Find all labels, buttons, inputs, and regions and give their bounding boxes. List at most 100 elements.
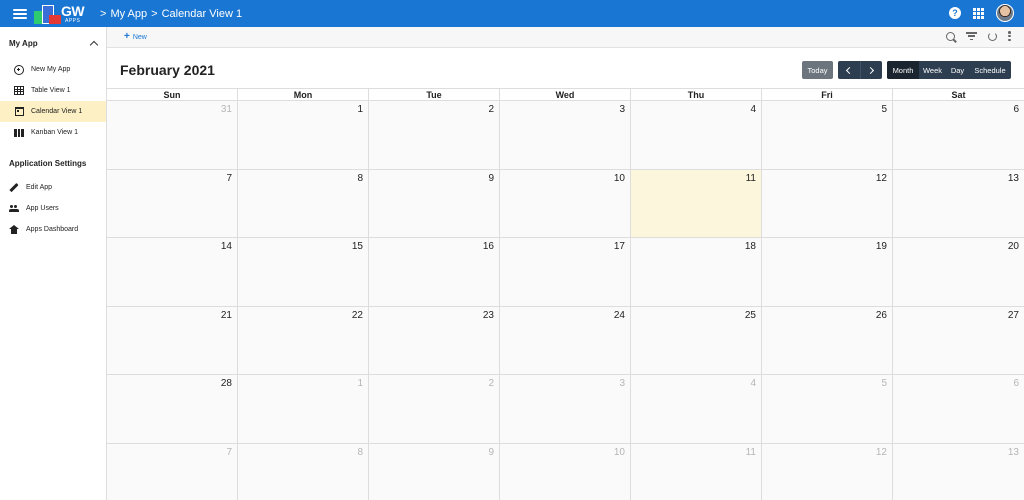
day-cell[interactable]: 9 — [369, 169, 500, 238]
sidebar-item-app-users[interactable]: App Users — [0, 198, 106, 219]
day-number: 25 — [744, 309, 756, 321]
sidebar-item-apps-dashboard[interactable]: Apps Dashboard — [0, 219, 106, 240]
day-cell[interactable]: 11 — [631, 443, 762, 500]
day-cell[interactable]: 4 — [631, 101, 762, 169]
weekday-label: Thu — [631, 89, 762, 100]
avatar[interactable] — [996, 4, 1014, 22]
day-cell[interactable]: 31 — [107, 101, 238, 169]
day-cell[interactable]: 19 — [762, 238, 893, 306]
day-cell[interactable]: 6 — [893, 101, 1024, 169]
previous-button[interactable] — [838, 61, 860, 79]
day-cell[interactable]: 10 — [500, 169, 631, 238]
day-cell[interactable]: 10 — [500, 443, 631, 500]
day-cell[interactable]: 9 — [369, 443, 500, 500]
new-button[interactable]: + New — [124, 32, 147, 42]
day-cell[interactable]: 2 — [369, 375, 500, 443]
more-options-icon[interactable] — [1008, 31, 1011, 41]
week-row: 21 22 23 24 25 26 27 — [107, 306, 1024, 376]
day-cell[interactable]: 14 — [107, 238, 238, 306]
day-cell[interactable]: 12 — [762, 169, 893, 238]
day-cell[interactable]: 4 — [631, 375, 762, 443]
today-button[interactable]: Today — [802, 61, 833, 79]
day-number: 1 — [357, 378, 363, 390]
view-day-button[interactable]: Day — [946, 61, 969, 79]
week-row: 7 8 9 10 11 12 13 — [107, 443, 1024, 500]
day-number: 14 — [220, 241, 232, 253]
chevron-up-icon — [89, 40, 99, 49]
day-cell[interactable]: 13 — [893, 169, 1024, 238]
day-number: 22 — [351, 309, 363, 321]
day-cell[interactable]: 26 — [762, 306, 893, 375]
day-number: 5 — [881, 104, 887, 115]
apps-grid-icon[interactable] — [973, 7, 984, 19]
day-cell[interactable]: 8 — [238, 169, 369, 238]
day-cell[interactable]: 3 — [500, 101, 631, 169]
next-button[interactable] — [859, 61, 883, 79]
filter-icon[interactable] — [966, 32, 977, 40]
day-cell[interactable]: 1 — [238, 101, 369, 169]
day-cell[interactable]: 5 — [762, 375, 893, 443]
day-number: 2 — [488, 378, 494, 390]
day-cell[interactable]: 23 — [369, 306, 500, 375]
day-cell[interactable]: 20 — [893, 238, 1024, 306]
breadcrumb-my-app[interactable]: My App — [110, 8, 147, 20]
sidebar-item-label: New My App — [31, 66, 71, 73]
day-number: 7 — [226, 446, 232, 458]
sidebar-item-edit-app[interactable]: Edit App — [0, 177, 106, 198]
day-cell[interactable]: 28 — [107, 375, 238, 443]
day-number: 5 — [881, 378, 887, 390]
day-cell[interactable]: 25 — [631, 306, 762, 375]
day-cell[interactable]: 3 — [500, 375, 631, 443]
refresh-icon[interactable] — [988, 31, 997, 41]
day-cell[interactable]: 16 — [369, 238, 500, 306]
sidebar-item-calendar-view[interactable]: Calendar View 1 — [0, 101, 106, 122]
calendar-title: February 2021 — [120, 62, 215, 78]
top-app-bar: GW APPS > My App > Calendar View 1 ? — [0, 0, 1024, 27]
sidebar-header-my-app[interactable]: My App — [0, 27, 106, 59]
view-switcher: Month Week Day Schedule — [887, 61, 1011, 79]
calendar-icon — [14, 107, 24, 117]
day-cell[interactable]: 24 — [500, 306, 631, 375]
day-number: 9 — [488, 172, 494, 184]
day-cell[interactable]: 8 — [238, 443, 369, 500]
view-week-button[interactable]: Week — [919, 61, 946, 79]
day-cell[interactable]: 27 — [893, 306, 1024, 375]
day-cell[interactable]: 2 — [369, 101, 500, 169]
sidebar-header-label: My App — [9, 38, 38, 48]
day-cell[interactable]: 7 — [107, 169, 238, 238]
day-number: 2 — [488, 104, 494, 115]
sidebar-item-label: Kanban View 1 — [31, 129, 78, 136]
view-month-button[interactable]: Month — [887, 61, 919, 79]
add-circle-icon — [14, 64, 24, 75]
view-schedule-button[interactable]: Schedule — [969, 61, 1011, 79]
sidebar-item-new-my-app[interactable]: New My App — [0, 59, 106, 80]
sidebar-item-table-view[interactable]: Table View 1 — [0, 80, 106, 101]
sidebar-item-label: Apps Dashboard — [26, 226, 79, 233]
day-cell[interactable]: 5 — [762, 101, 893, 169]
day-cell[interactable]: 6 — [893, 375, 1024, 443]
day-cell[interactable]: 21 — [107, 306, 238, 375]
help-icon[interactable]: ? — [949, 7, 961, 19]
day-number: 24 — [613, 309, 625, 321]
sidebar-item-label: Table View 1 — [31, 87, 71, 94]
sidebar: My App New My App Table View 1 Calendar … — [0, 27, 107, 500]
day-cell-today[interactable]: 11 — [631, 169, 762, 238]
day-cell[interactable]: 7 — [107, 443, 238, 500]
sidebar-item-kanban-view[interactable]: Kanban View 1 — [0, 122, 106, 143]
day-cell[interactable]: 18 — [631, 238, 762, 306]
day-cell[interactable]: 17 — [500, 238, 631, 306]
search-icon[interactable] — [946, 31, 955, 41]
week-row: 7 8 9 10 11 12 13 — [107, 169, 1024, 239]
day-cell[interactable]: 1 — [238, 375, 369, 443]
day-cell[interactable]: 12 — [762, 443, 893, 500]
day-number: 31 — [220, 104, 232, 115]
plus-icon: + — [124, 31, 130, 42]
gw-apps-logo[interactable]: GW APPS — [34, 3, 86, 25]
menu-icon[interactable] — [13, 8, 27, 19]
day-cell[interactable]: 13 — [893, 443, 1024, 500]
day-cell[interactable]: 15 — [238, 238, 369, 306]
kanban-icon — [14, 128, 25, 138]
day-number: 20 — [1007, 241, 1019, 253]
day-cell[interactable]: 22 — [238, 306, 369, 375]
day-number: 13 — [1007, 446, 1019, 458]
